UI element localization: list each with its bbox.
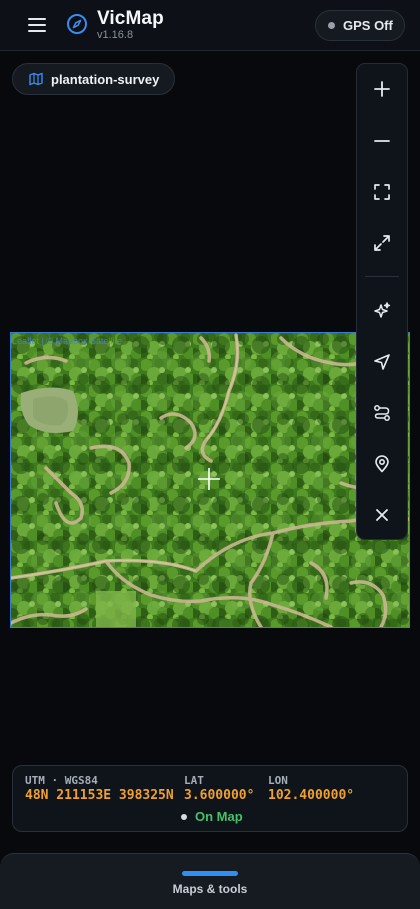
close-tools-button[interactable] bbox=[357, 490, 407, 540]
fit-bounds-button[interactable] bbox=[357, 167, 407, 217]
maps-tools-sheet[interactable]: Maps & tools bbox=[0, 853, 420, 909]
gps-status-dot bbox=[328, 22, 335, 29]
compass-icon bbox=[67, 14, 87, 34]
zoom-in-button[interactable] bbox=[357, 64, 407, 114]
on-map-status-dot bbox=[181, 814, 187, 820]
fullscreen-button[interactable] bbox=[357, 218, 407, 268]
ai-detect-button[interactable] bbox=[357, 286, 407, 336]
gps-toggle-label: GPS Off bbox=[343, 18, 393, 33]
utm-label: UTM · WGS84 bbox=[25, 774, 98, 787]
frame-corners-icon bbox=[374, 184, 390, 200]
route-button[interactable] bbox=[357, 388, 407, 438]
app-title: VicMap bbox=[97, 8, 164, 29]
hamburger-menu-icon[interactable] bbox=[27, 15, 47, 35]
lat-value: 3.600000° bbox=[184, 788, 255, 803]
tool-rail-divider bbox=[365, 276, 399, 277]
on-map-status: On Map bbox=[195, 809, 243, 824]
expand-icon bbox=[374, 235, 390, 251]
marker-button[interactable] bbox=[357, 439, 407, 489]
map-pin-icon bbox=[375, 455, 389, 473]
sheet-label: Maps & tools bbox=[172, 882, 248, 896]
plus-icon bbox=[374, 81, 390, 97]
lon-label: LON bbox=[268, 774, 288, 787]
sparkles-icon bbox=[374, 302, 391, 318]
lon-value: 102.400000° bbox=[268, 788, 355, 803]
app-header: VicMap v1.16.8 GPS Off bbox=[0, 0, 420, 51]
map-attribution[interactable]: Leaflet | © Mapbox Satellite bbox=[12, 336, 122, 346]
sheet-handle[interactable] bbox=[182, 871, 238, 876]
lat-label: LAT bbox=[184, 774, 204, 787]
utm-value: 48N 211153E 398325N bbox=[25, 788, 174, 803]
route-icon bbox=[374, 405, 390, 421]
minus-icon bbox=[374, 140, 390, 142]
map-icon bbox=[29, 72, 43, 86]
close-icon bbox=[376, 509, 388, 521]
coordinates-panel: UTM · WGS84 48N 211153E 398325N LAT 3.60… bbox=[12, 765, 408, 832]
zoom-out-button[interactable] bbox=[357, 116, 407, 166]
navigation-arrow-icon bbox=[374, 354, 390, 370]
app-version: v1.16.8 bbox=[97, 29, 134, 41]
layer-selector-label: plantation-survey bbox=[51, 72, 160, 87]
navigate-button[interactable] bbox=[357, 337, 407, 387]
layer-selector-chip[interactable]: plantation-survey bbox=[12, 63, 175, 95]
gps-toggle-button[interactable]: GPS Off bbox=[315, 10, 405, 41]
map-tool-rail bbox=[356, 63, 408, 540]
crosshair-icon bbox=[198, 468, 220, 490]
